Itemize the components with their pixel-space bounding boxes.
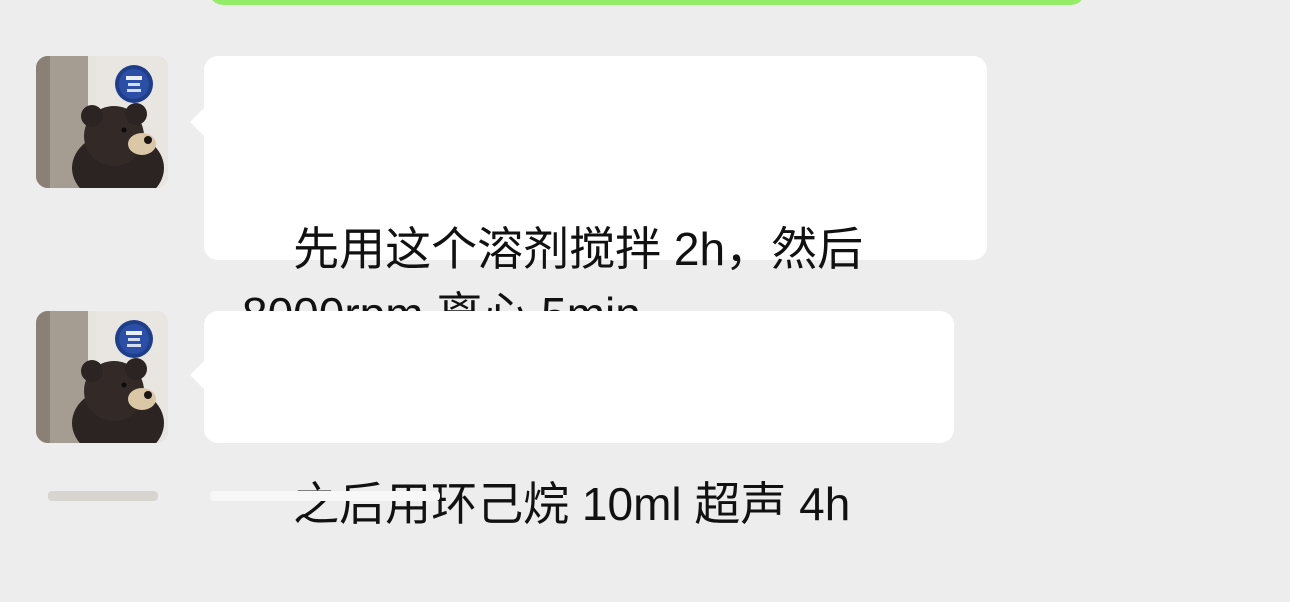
contact-avatar[interactable] xyxy=(36,56,168,188)
bubble-tail xyxy=(190,359,206,391)
bubble-tail xyxy=(190,106,206,138)
next-message-bubble[interactable] xyxy=(210,491,440,501)
teddy-bear-avatar-icon xyxy=(36,311,168,443)
message-row: 之后用环己烷 10ml 超声 4h xyxy=(0,311,1290,530)
message-text: 之后用环己烷 10ml 超声 4h xyxy=(293,478,851,530)
previous-outgoing-message-bubble[interactable] xyxy=(209,0,1085,5)
message-bubble[interactable]: 先用这个溶剂搅拌 2h，然后 8000rpm 离心 5min xyxy=(190,56,987,340)
teddy-bear-avatar-icon xyxy=(36,56,168,188)
next-contact-avatar[interactable] xyxy=(48,491,158,501)
contact-avatar[interactable] xyxy=(36,311,168,443)
message-row: 先用这个溶剂搅拌 2h，然后 8000rpm 离心 5min xyxy=(0,56,1290,340)
message-bubble[interactable]: 之后用环己烷 10ml 超声 4h xyxy=(190,311,954,530)
